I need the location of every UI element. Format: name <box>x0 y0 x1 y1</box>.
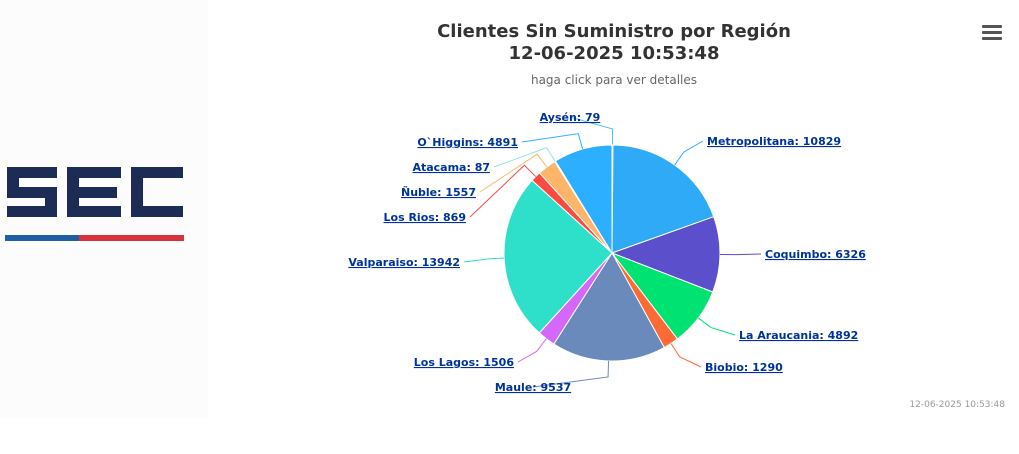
data-label-metropolitana[interactable]: Metropolitana: 10829 <box>707 135 841 148</box>
connector-line <box>493 147 556 168</box>
data-label-valparaiso[interactable]: Valparaiso: 13942 <box>348 256 460 269</box>
chart-timestamp: 12-06-2025 10:53:48 <box>909 400 1005 410</box>
data-label-los-lagos[interactable]: Los Lagos: 1506 <box>414 356 515 369</box>
connector-line <box>517 338 547 363</box>
data-label-atacama[interactable]: Atacama: 87 <box>412 161 490 174</box>
pie-chart: Aysén: 79 Metropolitana: 10829 Coquimbo: 6… <box>348 111 866 394</box>
connector-line <box>521 133 584 150</box>
connector-line <box>674 140 704 166</box>
connector-line <box>463 257 505 263</box>
connector-line <box>698 317 736 336</box>
data-label-ays-n[interactable]: Aysén: 79 <box>540 111 601 124</box>
data-label--uble[interactable]: Ñuble: 1557 <box>401 186 476 199</box>
data-label-coquimbo[interactable]: Coquimbo: 6326 <box>765 248 866 261</box>
connector-line <box>670 343 702 368</box>
data-label-biobio[interactable]: Biobio: 1290 <box>705 361 783 374</box>
data-label-los-rios[interactable]: Los Rios: 869 <box>384 211 466 224</box>
data-label-la-araucania[interactable]: La Araucania: 4892 <box>739 329 858 342</box>
data-label-o-higgins[interactable]: O`Higgins: 4891 <box>417 136 518 149</box>
connector-line <box>719 253 762 256</box>
data-label-maule[interactable]: Maule: 9537 <box>495 381 571 394</box>
